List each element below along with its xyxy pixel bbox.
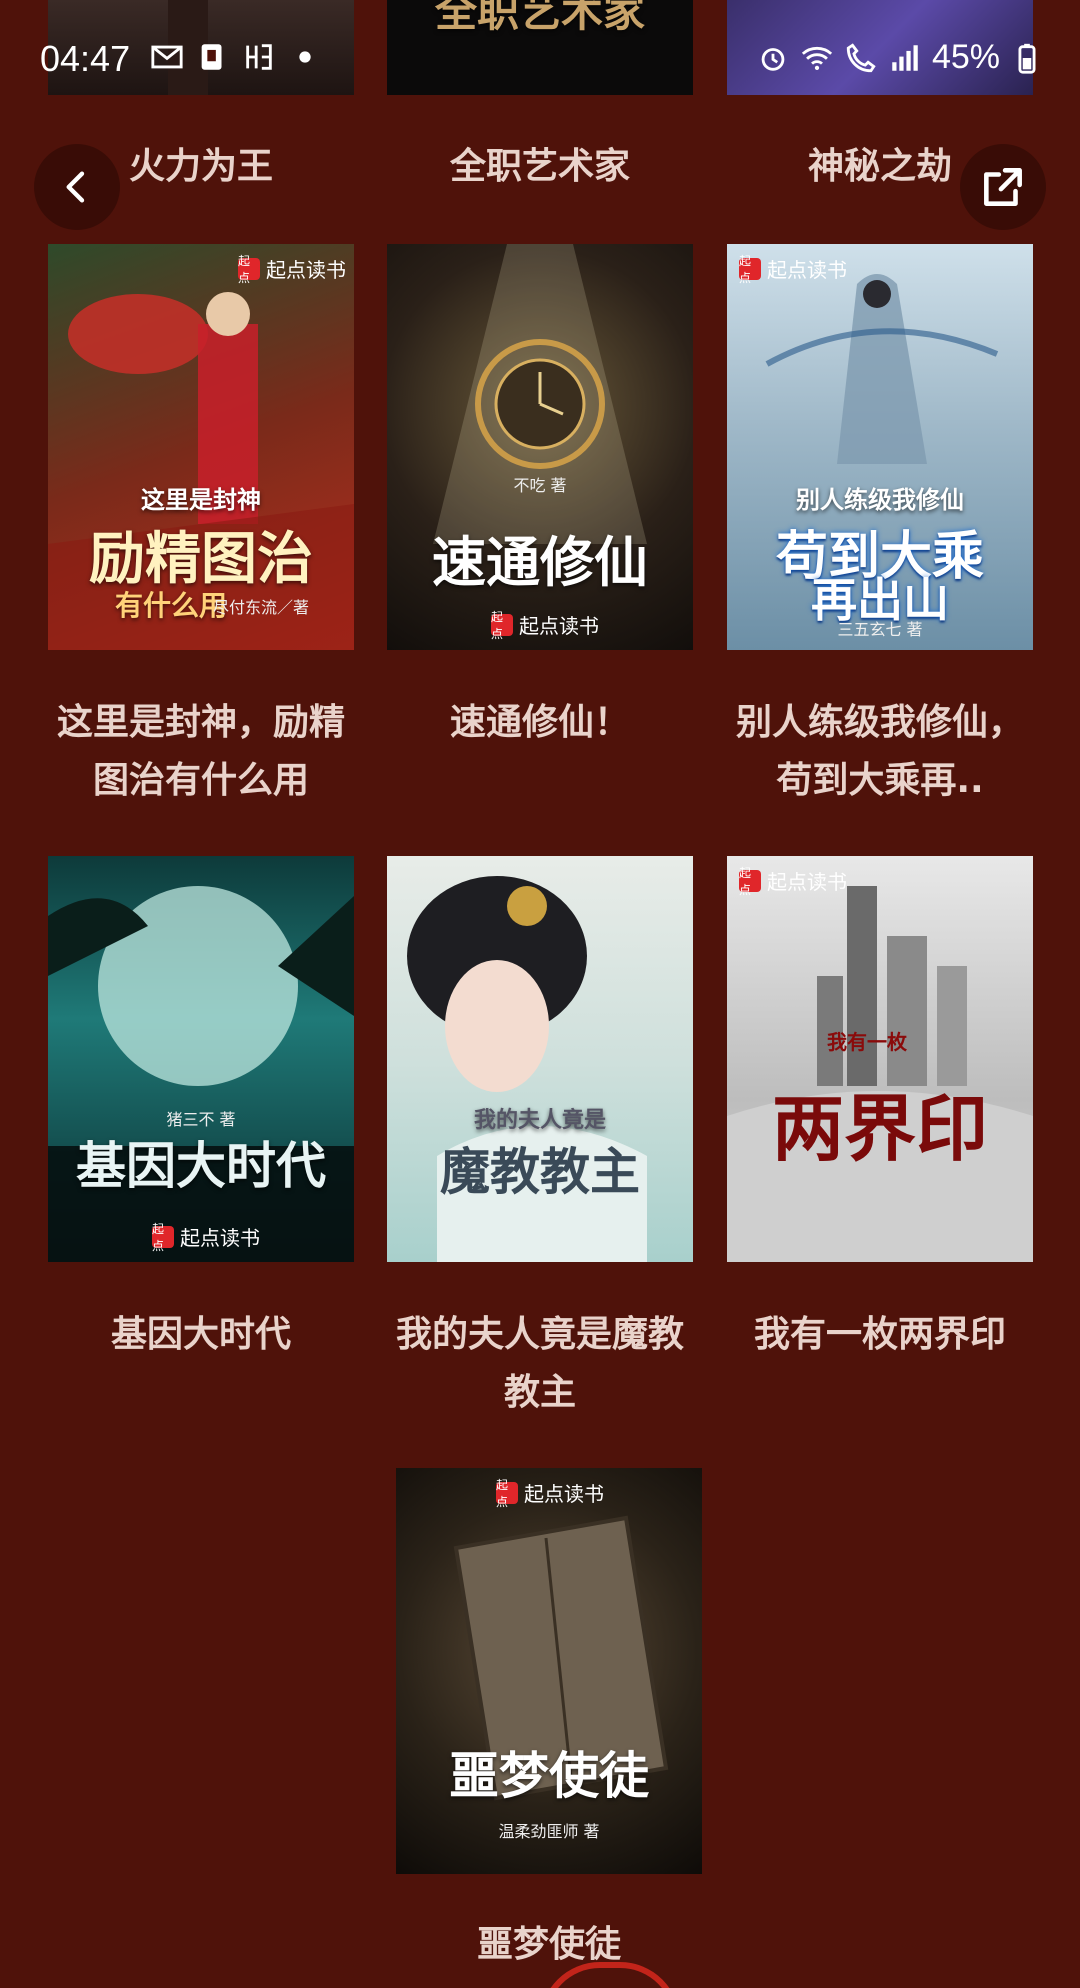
book-title[interactable]: 基因大时代 [48,1306,354,1364]
book-title-top-2[interactable]: 全职艺术家 [377,138,703,196]
chevron-left-icon [66,171,85,203]
book-cover[interactable]: 速通修仙 不吃 著 起点 起点读书 [387,244,693,650]
book-cover[interactable]: 起点 起点读书 这里是封神 励精图治 有什么用 尽付东流／著 [48,244,354,650]
book-cover-top-1[interactable] [48,0,354,95]
book-cover[interactable]: 起点 起点读书 我有一枚 两界印 [727,856,1033,1262]
book-title[interactable]: 我有一枚两界印 [727,1306,1033,1364]
cover-art-ancient-book [453,1515,669,1801]
book-cover[interactable]: 起点 起点读书 别人练级我修仙 苟到大乘 再出山 三五玄七 著 [727,244,1033,650]
book-cover-top-2[interactable]: 全职艺术家 [387,0,693,95]
cover-art-city [727,886,1033,1262]
book-title[interactable]: 速通修仙！ [387,694,693,752]
share-button[interactable] [960,144,1046,230]
publisher-badge: 起点 起点读书 [739,865,847,897]
publisher-badge: 起点 起点读书 [152,1221,260,1253]
back-button[interactable] [34,144,120,230]
book-title[interactable]: 这里是封神，励精图治有什么用 [48,694,354,810]
publisher-badge: 起点 起点读书 [739,253,847,285]
book-cover[interactable]: 猪三不 著 基因大时代 起点 起点读书 [48,856,354,1262]
book-cover[interactable]: 我的夫人竟是 魔教教主 [387,856,693,1262]
book-title[interactable]: 别人练级我修仙，苟到大乘再.. [727,694,1033,810]
book-title[interactable]: 噩梦使徒 [396,1916,702,1974]
cover-title: 全职艺术家 [434,0,645,36]
publisher-badge: 起点 起点读书 [491,609,599,641]
book-cover[interactable]: 起点 起点读书 噩梦使徒 温柔劲匪师 著 [396,1468,702,1874]
external-link-icon [984,168,1022,206]
publisher-badge: 起点 起点读书 [238,253,346,285]
book-cover-top-3[interactable] [727,0,1033,95]
cover-art-moon [48,886,354,1262]
publisher-badge: 起点 起点读书 [496,1477,604,1509]
book-title[interactable]: 我的夫人竟是魔教教主 [387,1306,693,1422]
